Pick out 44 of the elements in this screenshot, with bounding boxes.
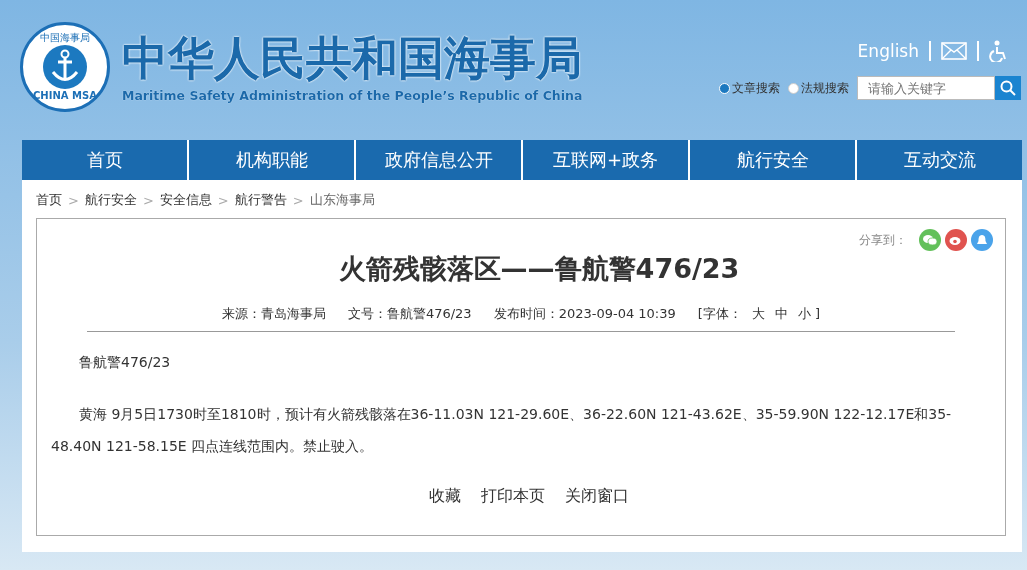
- font-size-link[interactable]: 大: [751, 305, 765, 323]
- article-meta: 发布时间：2023-09-04 10:39: [493, 305, 676, 323]
- anchor-emblem-icon: [43, 45, 87, 89]
- search-button[interactable]: [995, 76, 1021, 100]
- breadcrumb-separator: >: [292, 192, 304, 208]
- article-action-link[interactable]: 收藏: [429, 486, 461, 507]
- site-title: 中华人民共和国海事局: [122, 30, 583, 86]
- nav-tab[interactable]: 互动交流: [857, 140, 1022, 180]
- nav-tab[interactable]: 互联网+政务: [523, 140, 690, 180]
- mail-icon[interactable]: [941, 42, 967, 60]
- search-option[interactable]: 法规搜索: [788, 79, 849, 97]
- article-title: 火箭残骸落区——鲁航警476/23: [337, 252, 741, 286]
- wechat-share-icon[interactable]: [919, 229, 941, 251]
- article-action-link[interactable]: 关闭窗口: [565, 486, 629, 507]
- breadcrumb-separator: >: [217, 192, 229, 208]
- breadcrumb-separator: >: [142, 192, 154, 208]
- nav-tab[interactable]: 航行安全: [690, 140, 857, 180]
- search-option[interactable]: 文章搜索: [719, 79, 780, 97]
- breadcrumb-link[interactable]: 安全信息: [159, 191, 212, 209]
- nav-tab[interactable]: 机构职能: [189, 140, 356, 180]
- breadcrumb-link[interactable]: 航行警告: [234, 191, 287, 209]
- font-size-link[interactable]: 小 ]: [797, 305, 821, 323]
- article-meta: 文号：鲁航警476/23: [347, 305, 472, 323]
- qq-share-icon[interactable]: [971, 229, 993, 251]
- breadcrumb-link[interactable]: 山东海事局: [309, 191, 375, 209]
- search-icon: [1000, 80, 1016, 96]
- breadcrumb-link[interactable]: 首页: [36, 191, 62, 209]
- logo-text: 中国海事局: [40, 32, 90, 44]
- search-field[interactable]: 请输入关键字: [857, 76, 995, 100]
- nav-tab[interactable]: 政府信息公开: [356, 140, 523, 180]
- font-size-label: [字体：: [697, 305, 742, 323]
- logo-text: CHINA MSA: [33, 90, 97, 102]
- site-subtitle: Maritime Safety Administration of the People’s Republic of China: [122, 88, 583, 103]
- accessibility-icon[interactable]: [989, 40, 1009, 62]
- nav-tab[interactable]: 首页: [22, 140, 189, 180]
- article-meta: 来源：青岛海事局: [221, 305, 326, 323]
- breadcrumb-link[interactable]: 航行安全: [84, 191, 137, 209]
- article-paragraph: 鲁航警476/23: [78, 353, 172, 372]
- breadcrumb-separator: >: [68, 192, 79, 208]
- weibo-share-icon[interactable]: [945, 229, 967, 251]
- share-label: 分享到：: [859, 231, 907, 249]
- article-action-link[interactable]: 打印本页: [481, 486, 545, 507]
- article-paragraph: 黄海 9月5日1730时至1810时，预计有火箭残骸落在36-11.03N 121-29.60E、36-22.60N 121-43.62E、35-59.90N 122-12.17E和35-48.40N 121-58.15E 四点连线范围内。禁止驶入。: [51, 405, 953, 456]
- font-size-link[interactable]: 中: [774, 305, 788, 323]
